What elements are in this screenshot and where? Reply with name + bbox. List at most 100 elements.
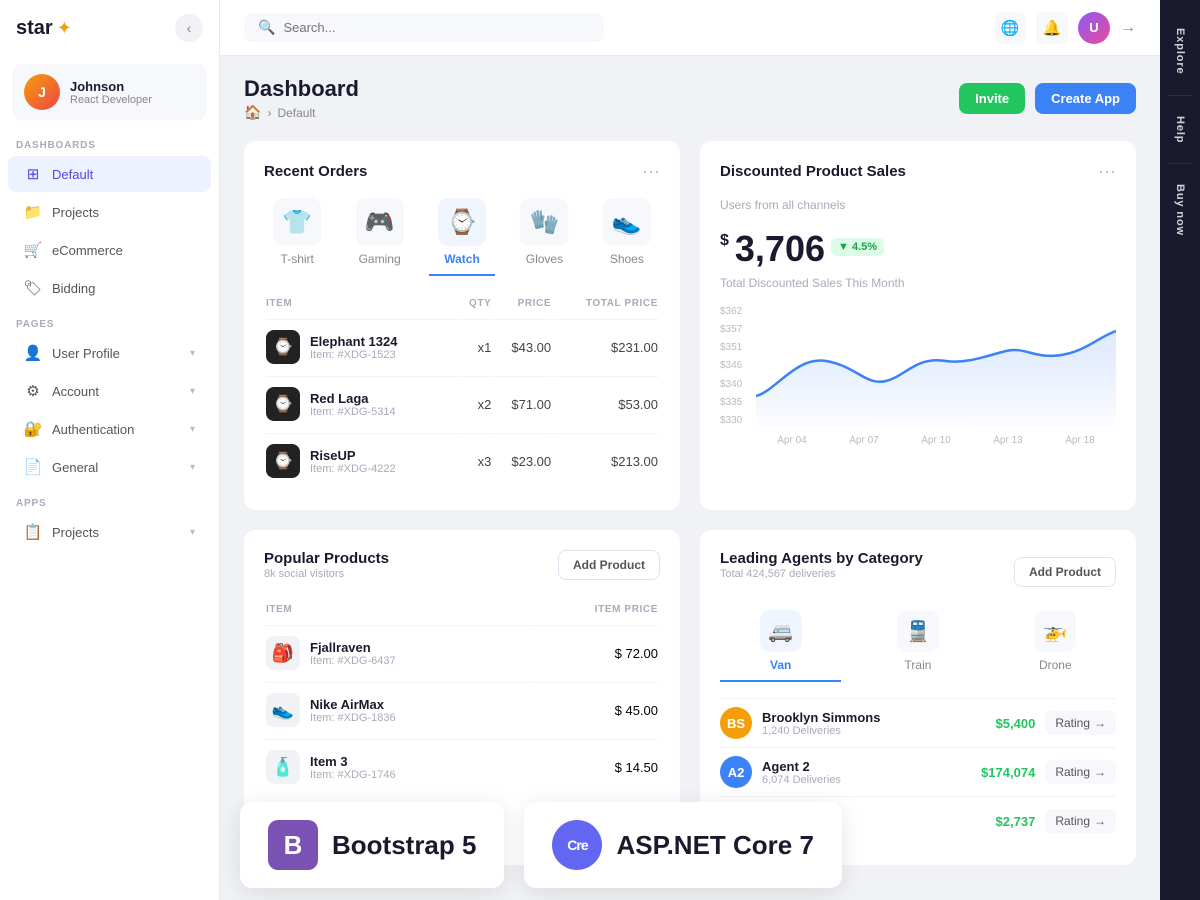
sidebar-item-label: Projects — [52, 525, 180, 540]
sidebar-toggle-button[interactable]: ‹ — [175, 14, 203, 42]
list-item: A2 Agent 2 6,074 Deliveries $174,074 Rat… — [720, 747, 1116, 796]
sidebar-item-label: Default — [52, 167, 195, 182]
order-item-cell: ⌚ Red Laga Item: #XDG-5314 — [266, 376, 457, 431]
search-input[interactable] — [283, 20, 590, 35]
popular-title-area: Popular Products 8k social visitors — [264, 550, 389, 594]
van-icon: 🚐 — [760, 610, 802, 652]
popular-products-subtitle: 8k social visitors — [264, 568, 389, 580]
tab-gloves[interactable]: 🧤 Gloves — [511, 198, 577, 276]
chevron-down-icon: ▾ — [190, 424, 195, 435]
product-sku: Item: #XDG-6437 — [310, 655, 396, 667]
rating-button[interactable]: Rating → — [1045, 711, 1116, 735]
avatar: J — [24, 74, 60, 110]
add-product-button[interactable]: Add Product — [558, 550, 660, 580]
arrow-icon: → — [1094, 716, 1106, 730]
product-item-cell: 🎒 Fjallraven Item: #XDG-6437 — [266, 625, 528, 680]
product-image: 🎒 — [266, 636, 300, 670]
order-item-image: ⌚ — [266, 444, 300, 478]
popular-products-title: Popular Products — [264, 550, 389, 567]
help-label[interactable]: Help — [1174, 104, 1186, 155]
order-price: $23.00 — [493, 433, 551, 488]
product-sku: Item: #XDG-1836 — [310, 712, 396, 724]
tab-tshirt[interactable]: 👕 T-shirt — [264, 198, 330, 276]
sidebar-item-account[interactable]: ⚙ Account ▾ — [8, 373, 211, 409]
sales-amount-area: $ 3,706 ▼ 4.5% — [720, 228, 1116, 270]
breadcrumb-home-icon: 🏠 — [244, 104, 261, 121]
sidebar-item-projects-app[interactable]: 📋 Projects ▾ — [8, 514, 211, 550]
rating-button[interactable]: Rating → — [1045, 809, 1116, 833]
tab-drone[interactable]: 🚁 Drone — [995, 610, 1116, 682]
train-icon: 🚆 — [897, 610, 939, 652]
topbar-arrow-icon[interactable]: → — [1120, 19, 1136, 37]
asp-icon: Cre — [552, 820, 602, 870]
globe-icon[interactable]: 🌐 — [994, 12, 1026, 44]
ecommerce-icon: 🛒 — [24, 241, 42, 259]
projects-app-icon: 📋 — [24, 523, 42, 541]
agent-info: Agent 2 6,074 Deliveries — [762, 759, 841, 786]
agent-avatar: BS — [720, 707, 752, 739]
order-item-image: ⌚ — [266, 330, 300, 364]
rating-button[interactable]: Rating → — [1045, 760, 1116, 784]
order-item-sku: Item: #XDG-1523 — [310, 349, 397, 361]
logo-text: star — [16, 17, 53, 40]
more-options-sales-icon[interactable]: ··· — [1098, 161, 1116, 182]
sidebar-item-default[interactable]: ⊞ Default — [8, 156, 211, 192]
product-sku: Item: #XDG-1746 — [310, 769, 396, 781]
create-app-button[interactable]: Create App — [1035, 83, 1136, 114]
sales-chart — [756, 306, 1116, 426]
page-content: Dashboard 🏠 › Default Invite Create App — [220, 56, 1160, 900]
sidebar-item-label: Projects — [52, 205, 195, 220]
order-qty: x2 — [459, 376, 491, 431]
bootstrap-banner-title: Bootstrap 5 — [332, 830, 476, 861]
add-agent-product-button[interactable]: Add Product — [1014, 557, 1116, 587]
sidebar-item-label: User Profile — [52, 346, 180, 361]
product-col-price: ITEM PRICE — [530, 600, 658, 623]
more-options-icon[interactable]: ··· — [642, 161, 660, 182]
products-table: ITEM ITEM PRICE 🎒 Fjallraven Item: #XDG-… — [264, 598, 660, 796]
order-item-image: ⌚ — [266, 387, 300, 421]
list-item: BS Brooklyn Simmons 1,240 Deliveries $5,… — [720, 698, 1116, 747]
sidebar-item-projects-dash[interactable]: 📁 Projects — [8, 194, 211, 230]
notification-icon[interactable]: 🔔 — [1036, 12, 1068, 44]
list-item: 👟 Nike AirMax Item: #XDG-1836 $ 45.00 — [266, 682, 658, 737]
sidebar-item-user-profile[interactable]: 👤 User Profile ▾ — [8, 335, 211, 371]
tab-van[interactable]: 🚐 Van — [720, 610, 841, 682]
tab-watch[interactable]: ⌚ Watch — [429, 198, 495, 276]
topbar-avatar[interactable]: U — [1078, 12, 1110, 44]
col-price: PRICE — [493, 294, 551, 317]
user-info: Johnson React Developer — [70, 79, 152, 106]
sidebar-item-bidding[interactable]: 🏷 Bidding — [8, 270, 211, 306]
breadcrumb-separator: › — [267, 106, 271, 120]
general-icon: 📄 — [24, 458, 42, 476]
sidebar-item-label: Account — [52, 384, 180, 399]
agents-tabs: 🚐 Van 🚆 Train 🚁 Drone — [720, 610, 1116, 682]
right-bar-divider-2 — [1168, 163, 1192, 164]
agent-earnings: $174,074 — [981, 765, 1035, 780]
tab-shoes[interactable]: 👟 Shoes — [594, 198, 660, 276]
topbar-right: 🌐 🔔 U → — [994, 12, 1136, 44]
sidebar-item-authentication[interactable]: 🔐 Authentication ▾ — [8, 411, 211, 447]
explore-label[interactable]: Explore — [1174, 16, 1186, 87]
tab-gaming[interactable]: 🎮 Gaming — [346, 198, 412, 276]
right-bar-divider — [1168, 95, 1192, 96]
shoes-label: Shoes — [610, 252, 644, 266]
sidebar-item-ecommerce[interactable]: 🛒 eCommerce — [8, 232, 211, 268]
invite-button[interactable]: Invite — [959, 83, 1025, 114]
user-card[interactable]: J Johnson React Developer — [12, 64, 207, 120]
recent-orders-header: Recent Orders ··· — [264, 161, 660, 182]
sidebar-item-general[interactable]: 📄 General ▾ — [8, 449, 211, 485]
list-item: 🧴 Item 3 Item: #XDG-1746 $ 14.50 — [266, 739, 658, 794]
sidebar-item-label: eCommerce — [52, 243, 195, 258]
chart-area: $362 $357 $351 $346 $340 $335 $330 — [720, 306, 1116, 446]
order-item-cell: ⌚ RiseUP Item: #XDG-4222 — [266, 433, 457, 488]
recent-orders-title: Recent Orders — [264, 163, 367, 180]
page-title: Dashboard — [244, 76, 359, 102]
right-bar: Explore Help Buy now — [1160, 0, 1200, 900]
page-header: Dashboard 🏠 › Default Invite Create App — [244, 76, 1136, 121]
sidebar-item-label: General — [52, 460, 180, 475]
order-item-sku: Item: #XDG-5314 — [310, 406, 396, 418]
arrow-icon: → — [1094, 814, 1106, 828]
buy-now-label[interactable]: Buy now — [1174, 172, 1186, 248]
tab-train[interactable]: 🚆 Train — [857, 610, 978, 682]
table-row: ⌚ Elephant 1324 Item: #XDG-1523 x1 $43.0… — [266, 319, 658, 374]
